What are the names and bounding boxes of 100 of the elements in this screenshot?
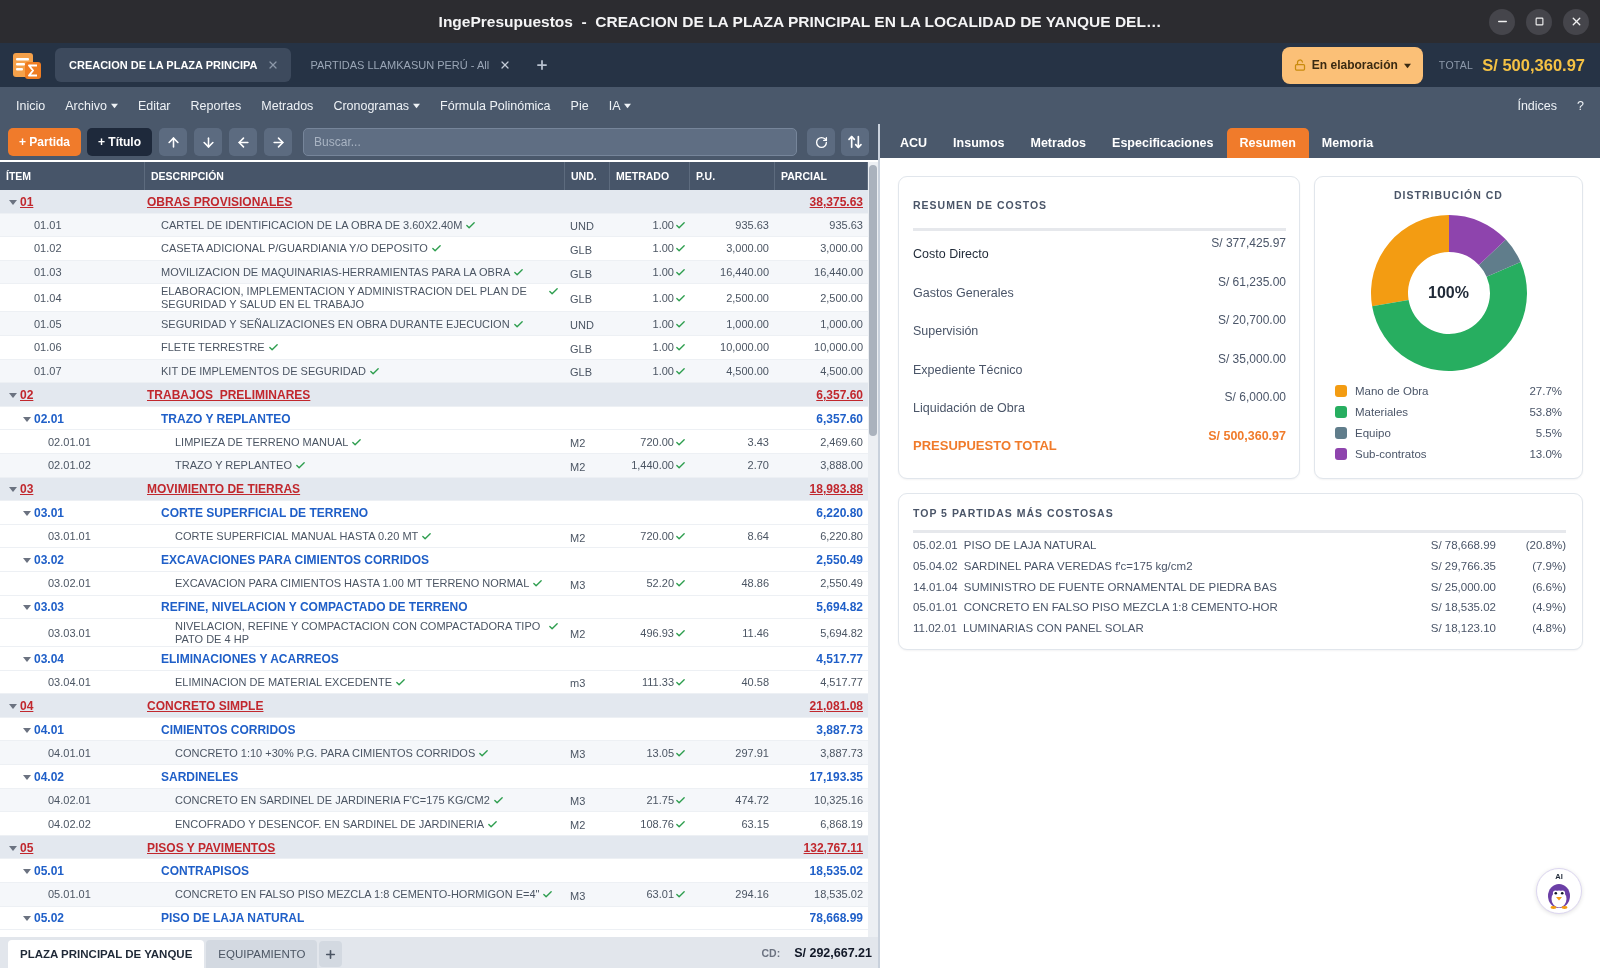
item-description: ELABORACION, IMPLEMENTACION Y ADMINISTRACION DEL PLAN DE SEGURIDAD Y SALUD EN EL TRABAJO (161, 285, 528, 312)
legend-value: 27.7% (1529, 384, 1562, 397)
item-share: (7.9%) (1531, 560, 1566, 573)
item-description: EXCAVACION PARA CIMIENTOS HASTA 1.00 MT TERRENO NORMAL (175, 577, 530, 591)
item-code: 04.02.01 (48, 793, 91, 807)
legend-label: Mano de Obra (1355, 384, 1429, 397)
chapter-code: 01 (20, 194, 34, 209)
section-code: 03.02 (34, 553, 65, 568)
status-dropdown[interactable]: En elaboración (1281, 46, 1423, 84)
unit-cell: GLB (570, 293, 592, 306)
section-title: ELIMINACIONES Y ACARREOS (161, 651, 339, 666)
unit-cell: UND (570, 319, 594, 332)
item-amount: S/ 29,766.35 (1430, 560, 1496, 573)
outdent-button[interactable] (229, 128, 258, 156)
sheet-tab[interactable]: EQUIPAMIENTO (206, 940, 318, 968)
indent-button[interactable] (264, 128, 293, 156)
quantity-cell: 52.20 (646, 577, 674, 591)
scrollbar-thumb[interactable] (869, 165, 877, 436)
move-up-button[interactable] (159, 128, 188, 156)
section-subtotal: 4,517.77 (816, 651, 863, 666)
section-title: TRAZO Y REPLANTEO (161, 411, 291, 426)
item-code: 04.01.01 (48, 746, 91, 760)
menu-item[interactable]: Índices (1507, 94, 1568, 117)
panel-tab[interactable]: Memoria (1308, 128, 1387, 158)
menu-item[interactable]: Editar (127, 94, 181, 117)
menu-item[interactable]: Archivo (55, 94, 128, 117)
close-button[interactable] (1563, 8, 1589, 35)
menu-item[interactable]: Metrados (251, 94, 324, 117)
item-code: 03.04.01 (48, 676, 91, 689)
section-subtotal: 3,887.73 (816, 722, 863, 737)
panel-tab[interactable]: ACU (887, 128, 941, 158)
item-code: 01.02 (34, 242, 62, 256)
item-code: 01.05 (34, 317, 62, 331)
search-field[interactable]: Buscar... (303, 128, 797, 156)
plus-icon[interactable] (535, 58, 550, 72)
chapter-code: 04 (20, 699, 34, 714)
quantity-cell: 1.00 (652, 242, 674, 256)
subtotal-cell: 1,000.00 (820, 317, 863, 331)
item-description: LIMPIEZA DE TERRENO MANUAL (175, 435, 349, 449)
quantity-cell: 1.00 (652, 291, 674, 305)
subtotal-cell: 935.63 (829, 218, 863, 232)
plus-icon (324, 947, 338, 961)
panel-tab[interactable]: Metrados (1017, 128, 1100, 158)
add-title-button[interactable]: + Título (87, 128, 153, 156)
chapter-code: 02 (20, 387, 34, 402)
unit-cell: M2 (570, 628, 586, 641)
section-title: REFINE, NIVELACION Y COMPACTADO DE TERRENO (161, 600, 468, 615)
section-title: EXCAVACIONES PARA CIMIENTOS CORRIDOS (161, 553, 430, 568)
item-amount: S/ 18,535.02 (1430, 601, 1496, 614)
menu-item[interactable]: ? (1567, 94, 1594, 117)
item-code: 11.02.01 (913, 622, 957, 635)
column-header: P.U. (696, 170, 716, 182)
padlock-icon (1293, 59, 1306, 71)
move-down-button[interactable] (194, 128, 223, 156)
panel-tab[interactable]: Especificaciones (1099, 128, 1227, 158)
cost-value: S/ 61,235.00 (1217, 273, 1286, 289)
unit-cell: M2 (570, 531, 586, 544)
item-code: 01.07 (34, 364, 62, 378)
menu-item[interactable]: Cronogramas (323, 94, 431, 117)
maximize-icon (1534, 17, 1544, 26)
legend-value: 5.5% (1535, 426, 1562, 439)
refresh-button[interactable] (807, 128, 835, 156)
item-description: SARDINEL PARA VEREDAS f'c=175 kg/cm2 (963, 560, 1194, 573)
subtotal-cell: 18,535.02 (814, 888, 863, 902)
legend-value: 13.0% (1529, 447, 1562, 460)
unit-cell: GLB (570, 244, 592, 256)
unit-cell: M3 (570, 795, 586, 808)
unit-price-cell: 3.43 (747, 435, 769, 449)
item-code: 04.02.02 (48, 817, 91, 831)
document-tab[interactable]: PARTIDAS LLAMKASUN PERÚ - All (296, 48, 524, 82)
caret-icon (1403, 61, 1411, 69)
unit-cell: GLB (570, 342, 592, 355)
menu-item[interactable]: Reportes (180, 94, 252, 117)
item-description: SUMINISTRO DE FUENTE ORNAMENTAL DE PIEDRA BAS (963, 580, 1278, 593)
item-amount: S/ 25,000.00 (1430, 580, 1496, 593)
menu-item[interactable]: Fórmula Polinómica (430, 94, 561, 117)
menu-item[interactable]: Pie (560, 94, 599, 117)
item-description: KIT DE IMPLEMENTOS DE SEGURIDAD (161, 364, 366, 378)
unit-cell: M3 (570, 748, 586, 761)
section-title: CONTRAPISOS (161, 864, 249, 879)
up-down-arrows-icon (847, 134, 863, 150)
document-tab[interactable]: CREACION DE LA PLAZA PRINCIPA (55, 48, 292, 82)
minimize-button[interactable] (1489, 8, 1515, 35)
panel-tab[interactable]: Insumos (940, 128, 1018, 158)
unit-price-cell: 40.58 (741, 676, 769, 689)
maximize-button[interactable] (1526, 8, 1552, 35)
item-share: (4.8%) (1531, 622, 1566, 635)
expand-collapse-button[interactable] (841, 128, 869, 156)
section-subtotal: 18,535.02 (809, 864, 863, 879)
add-sheet-button[interactable] (319, 941, 343, 967)
section-title: PISO DE LAJA NATURAL (161, 911, 305, 926)
menu-item[interactable]: Inicio (6, 94, 56, 117)
sheet-tab[interactable]: PLAZA PRINCIPAL DE YANQUE (8, 940, 205, 968)
subtotal-cell: 6,868.19 (820, 817, 863, 831)
menu-item[interactable]: IA (598, 94, 642, 117)
quantity-cell: 1.00 (652, 317, 674, 331)
unit-cell: UND (570, 220, 594, 233)
item-code: 05.01.01 (48, 888, 91, 902)
card-title: RESUMEN DE COSTOS (913, 199, 1049, 211)
total-label: TOTAL (1438, 59, 1474, 71)
